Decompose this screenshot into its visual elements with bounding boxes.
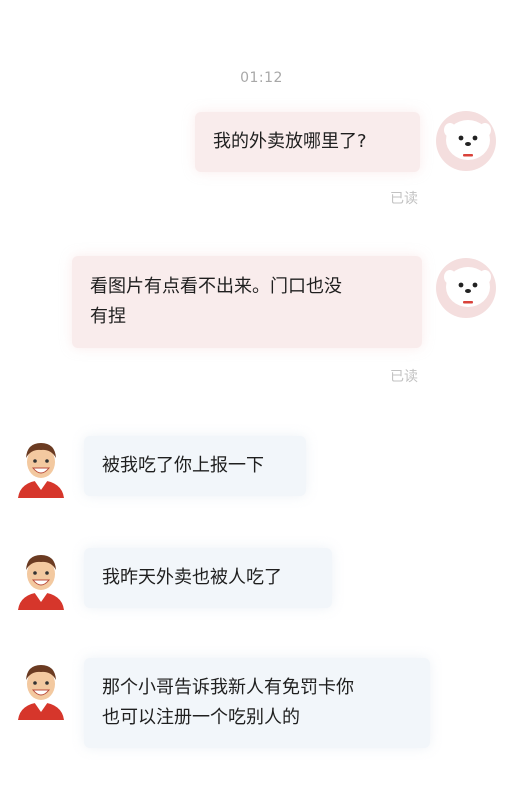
courier-avatar[interactable] <box>10 658 72 720</box>
courier-avatar-icon <box>18 555 64 610</box>
message-bubble-outgoing[interactable]: 我的外卖放哪里了? <box>195 112 420 172</box>
courier-avatar[interactable] <box>10 436 72 498</box>
courier-avatar-icon <box>18 665 64 720</box>
jd-mascot-icon <box>436 111 496 171</box>
courier-avatar-icon <box>18 443 64 498</box>
message-bubble-incoming[interactable]: 被我吃了你上报一下 <box>84 436 306 496</box>
message-text-line: 也可以注册一个吃别人的 <box>102 707 300 728</box>
message-text-line: 看图片有点看不出来。门口也没 <box>90 276 342 297</box>
message-timestamp: 01:12 <box>240 70 283 86</box>
message-text: 我的外卖放哪里了? <box>213 131 367 152</box>
message-bubble-outgoing[interactable]: 看图片有点看不出来。门口也没 有捏 <box>72 256 422 348</box>
message-bubble-incoming[interactable]: 我昨天外卖也被人吃了 <box>84 548 332 608</box>
read-status: 已读 <box>390 369 418 385</box>
message-text: 我昨天外卖也被人吃了 <box>102 567 282 588</box>
user-avatar[interactable] <box>435 257 497 319</box>
read-status: 已读 <box>390 191 418 207</box>
message-text: 被我吃了你上报一下 <box>102 455 264 476</box>
courier-avatar[interactable] <box>10 548 72 610</box>
chat-window: 01:12 我的外卖放哪里了? 已读 看图片有点看不出来。门口也没 有捏 已读 … <box>0 0 523 800</box>
message-text-line: 有捏 <box>90 306 126 327</box>
user-avatar[interactable] <box>435 110 497 172</box>
message-bubble-incoming[interactable]: 那个小哥告诉我新人有免罚卡你 也可以注册一个吃别人的 <box>84 658 430 748</box>
message-text-line: 那个小哥告诉我新人有免罚卡你 <box>102 677 354 698</box>
jd-mascot-icon <box>436 258 496 318</box>
